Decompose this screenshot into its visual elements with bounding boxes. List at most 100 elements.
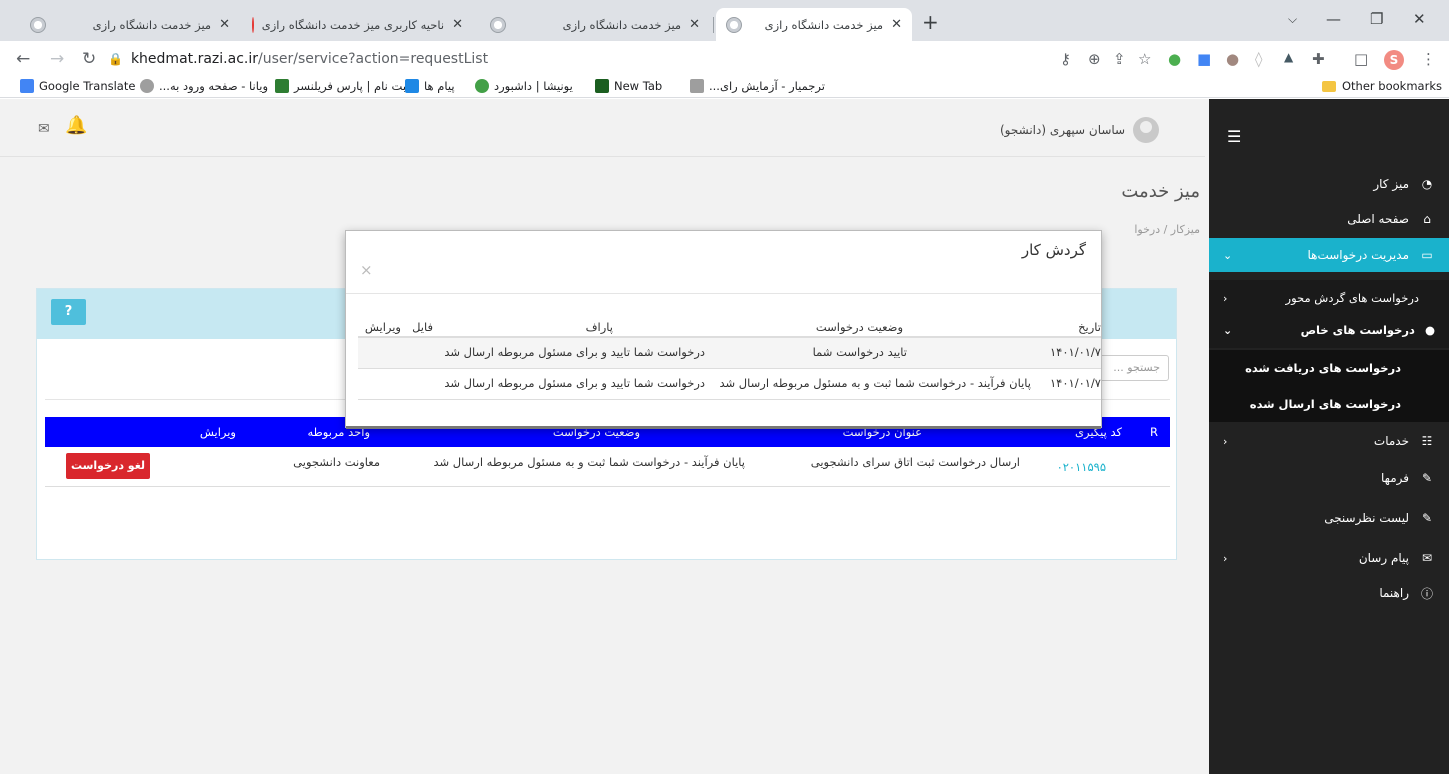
close-tab-icon[interactable]: ✕ xyxy=(891,17,902,32)
sidebar-item-help[interactable]: ⓘ راهنما xyxy=(1209,576,1449,610)
sidebar-item-services[interactable]: ☷ خدمات ‹ xyxy=(1209,424,1449,458)
sidebar-item-request-management[interactable]: ▭ مدیریت درخواست‌ها ⌄ xyxy=(1209,238,1449,272)
other-bookmarks[interactable]: Other bookmarks xyxy=(1322,79,1442,93)
bullet-icon: ● xyxy=(1424,323,1435,337)
menu-kebab-icon[interactable]: ⋮ xyxy=(1421,50,1436,68)
tab-search-icon[interactable]: ⌵ xyxy=(1288,12,1297,27)
chevron-left-icon: ‹ xyxy=(1223,291,1228,305)
mail-icon[interactable]: ✉ xyxy=(38,121,50,137)
bookmark-item[interactable]: New Tab xyxy=(595,79,662,93)
browser-tab[interactable]: ✕ ناحیه کاربری میز خدمت دانشگاه رازی xyxy=(248,8,473,41)
url-host: khedmat.razi.ac.ir xyxy=(130,51,258,67)
university-logo-icon xyxy=(726,16,742,33)
sidebar-item-label: درخواست های ارسال شده xyxy=(1249,397,1401,411)
info-icon: ⓘ xyxy=(1420,586,1433,601)
workflow-paraf: درخواست شما تایید و برای مسئول مربوطه ار… xyxy=(444,345,705,359)
minimize-icon[interactable]: — xyxy=(1326,10,1341,28)
bookmark-label: پیام ها xyxy=(424,79,455,93)
messages-icon xyxy=(405,79,419,93)
breadcrumb[interactable]: میزکار / درخوا xyxy=(1090,223,1200,236)
url-path: /user/service?action=requestList xyxy=(258,51,489,67)
puzzle-extensions-icon[interactable]: ✚ xyxy=(1312,50,1325,68)
workflow-paraf: درخواست شما تایید و برای مسئول مربوطه ار… xyxy=(444,376,705,390)
restore-icon[interactable]: ❐ xyxy=(1370,10,1383,28)
sidebar-item-messenger[interactable]: ✉ پیام رسان ‹ xyxy=(1209,541,1449,575)
browser-tab[interactable]: ✕ میز خدمت دانشگاه رازی xyxy=(20,8,240,41)
bookmark-star-icon[interactable]: ☆ xyxy=(1138,50,1151,68)
request-status: پایان فرآیند - درخواست شما ثبت و به مسئو… xyxy=(433,455,745,469)
bookmark-item[interactable]: ترجمیار - آزمایش رای... xyxy=(690,79,825,93)
profile-avatar[interactable]: S xyxy=(1384,50,1404,70)
close-icon[interactable]: × xyxy=(360,261,373,279)
sidebar-item-label: میز کار xyxy=(1373,177,1409,191)
column-header: ویرایش xyxy=(364,320,401,334)
home-icon: ⌂ xyxy=(1423,212,1431,226)
column-header[interactable]: ویرایش xyxy=(200,425,236,439)
modal-table-row: ۱۴۰۱/۰۱/۷ تایید درخواست شما درخواست شما … xyxy=(358,338,1101,369)
tab-favicon-icon xyxy=(251,16,254,33)
key-icon[interactable]: ⚷ xyxy=(1060,50,1071,68)
hamburger-menu-icon[interactable]: ☰ xyxy=(1227,127,1241,146)
share-icon[interactable]: ⇪ xyxy=(1113,50,1126,68)
tab-title: ناحیه کاربری میز خدمت دانشگاه رازی xyxy=(261,17,445,32)
table-row[interactable]: ۰۲۰۱۱۵۹۵ ارسال درخواست ثبت اتاق سرای دان… xyxy=(45,447,1170,487)
back-icon[interactable]: ← xyxy=(16,49,30,69)
cancel-request-button[interactable]: لغو درخواست xyxy=(66,453,150,479)
bookmark-item[interactable]: یونیشا | داشبورد xyxy=(475,79,573,93)
sidebar-item-surveys[interactable]: ✎ لیست نظرسنجی xyxy=(1209,501,1449,535)
university-logo-icon xyxy=(30,16,46,33)
tracking-code[interactable]: ۰۲۰۱۱۵۹۵ xyxy=(1057,460,1106,474)
column-header[interactable]: R xyxy=(1150,425,1158,439)
sidebar-item-label: فرمها xyxy=(1381,471,1409,485)
bookmark-item[interactable]: ثبت نام | پارس فریلنسر xyxy=(275,79,410,93)
sidebar-item-forms[interactable]: ✎ فرمها xyxy=(1209,461,1449,495)
close-tab-icon[interactable]: ✕ xyxy=(689,17,700,32)
sidebar-item-label: مدیریت درخواست‌ها xyxy=(1307,248,1409,262)
shield-extension-icon[interactable]: ◊ xyxy=(1255,50,1262,68)
sidebar-subitem-workflow-requests[interactable]: درخواست های گردش محور ‹ xyxy=(1209,280,1449,316)
gear-logo-icon xyxy=(140,79,154,93)
requests-icon: ▭ xyxy=(1421,248,1433,262)
close-tab-icon[interactable]: ✕ xyxy=(452,17,463,32)
extension-globe-icon[interactable]: ● xyxy=(1168,50,1181,68)
column-header: وضعیت درخواست xyxy=(815,320,903,334)
sidebar-item-label: درخواست های دریافت شده xyxy=(1245,361,1401,375)
zoom-icon[interactable]: ⊕ xyxy=(1088,50,1101,68)
sidebar-item-dashboard[interactable]: ◔ میز کار xyxy=(1209,167,1449,201)
bookmark-label: ویانا - صفحه ورود به... xyxy=(159,79,269,93)
reload-icon[interactable]: ↻ xyxy=(82,49,96,69)
translate-extension-icon[interactable]: ■ xyxy=(1197,50,1211,68)
sidebar-subitem-sent-requests[interactable]: درخواست های ارسال شده xyxy=(1209,386,1449,422)
tab-separator xyxy=(713,17,714,33)
extension-icon[interactable]: ▲ xyxy=(1284,50,1293,64)
folder-icon xyxy=(1322,80,1336,92)
address-bar[interactable]: 🔒 khedmat.razi.ac.ir/user/service?action… xyxy=(108,45,1128,73)
new-tab-button[interactable]: + xyxy=(922,10,939,34)
bell-icon[interactable]: 🔔 xyxy=(65,115,87,136)
tarjomyar-icon xyxy=(690,79,704,93)
help-button[interactable]: ? xyxy=(51,299,86,325)
sidebar-item-home[interactable]: ⌂ صفحه اصلی xyxy=(1209,202,1449,236)
workflow-status: پایان فرآیند - درخواست شما ثبت و به مسئو… xyxy=(719,376,1031,390)
divider xyxy=(346,293,1101,294)
bookmark-item[interactable]: ویانا - صفحه ورود به... xyxy=(140,79,268,93)
page-topbar: ✉ 🔔 ساسان سپهری (دانشجو) xyxy=(0,99,1205,157)
bookmark-item[interactable]: Google Translate xyxy=(20,79,135,93)
close-tab-icon[interactable]: ✕ xyxy=(219,17,230,32)
cookie-extension-icon[interactable]: ● xyxy=(1226,50,1239,68)
browser-tab[interactable]: ✕ میز خدمت دانشگاه رازی xyxy=(480,8,710,41)
user-name: ساسان سپهری (دانشجو) xyxy=(1000,123,1126,137)
forward-icon[interactable]: → xyxy=(50,49,64,69)
user-menu[interactable]: ساسان سپهری (دانشجو) xyxy=(1000,117,1160,143)
bookmark-item[interactable]: پیام ها xyxy=(405,79,455,93)
side-panel-icon[interactable]: □ xyxy=(1354,50,1368,68)
sidebar-item-label: راهنما xyxy=(1379,586,1409,600)
page-content: ✉ 🔔 ساسان سپهری (دانشجو) میز خدمت میزکار… xyxy=(0,99,1449,774)
chevron-down-icon: ⌄ xyxy=(1223,248,1233,262)
browser-tab-active[interactable]: ✕ میز خدمت دانشگاه رازی xyxy=(716,8,912,41)
user-avatar xyxy=(1133,117,1160,143)
sidebar-subitem-received-requests[interactable]: درخواست های دریافت شده xyxy=(1209,350,1449,386)
sidebar-subitem-special-requests[interactable]: ● درخواست های خاص ⌄ xyxy=(1209,312,1449,348)
window-close-icon[interactable]: ✕ xyxy=(1413,10,1426,28)
mail-icon: ✉ xyxy=(1421,551,1433,565)
